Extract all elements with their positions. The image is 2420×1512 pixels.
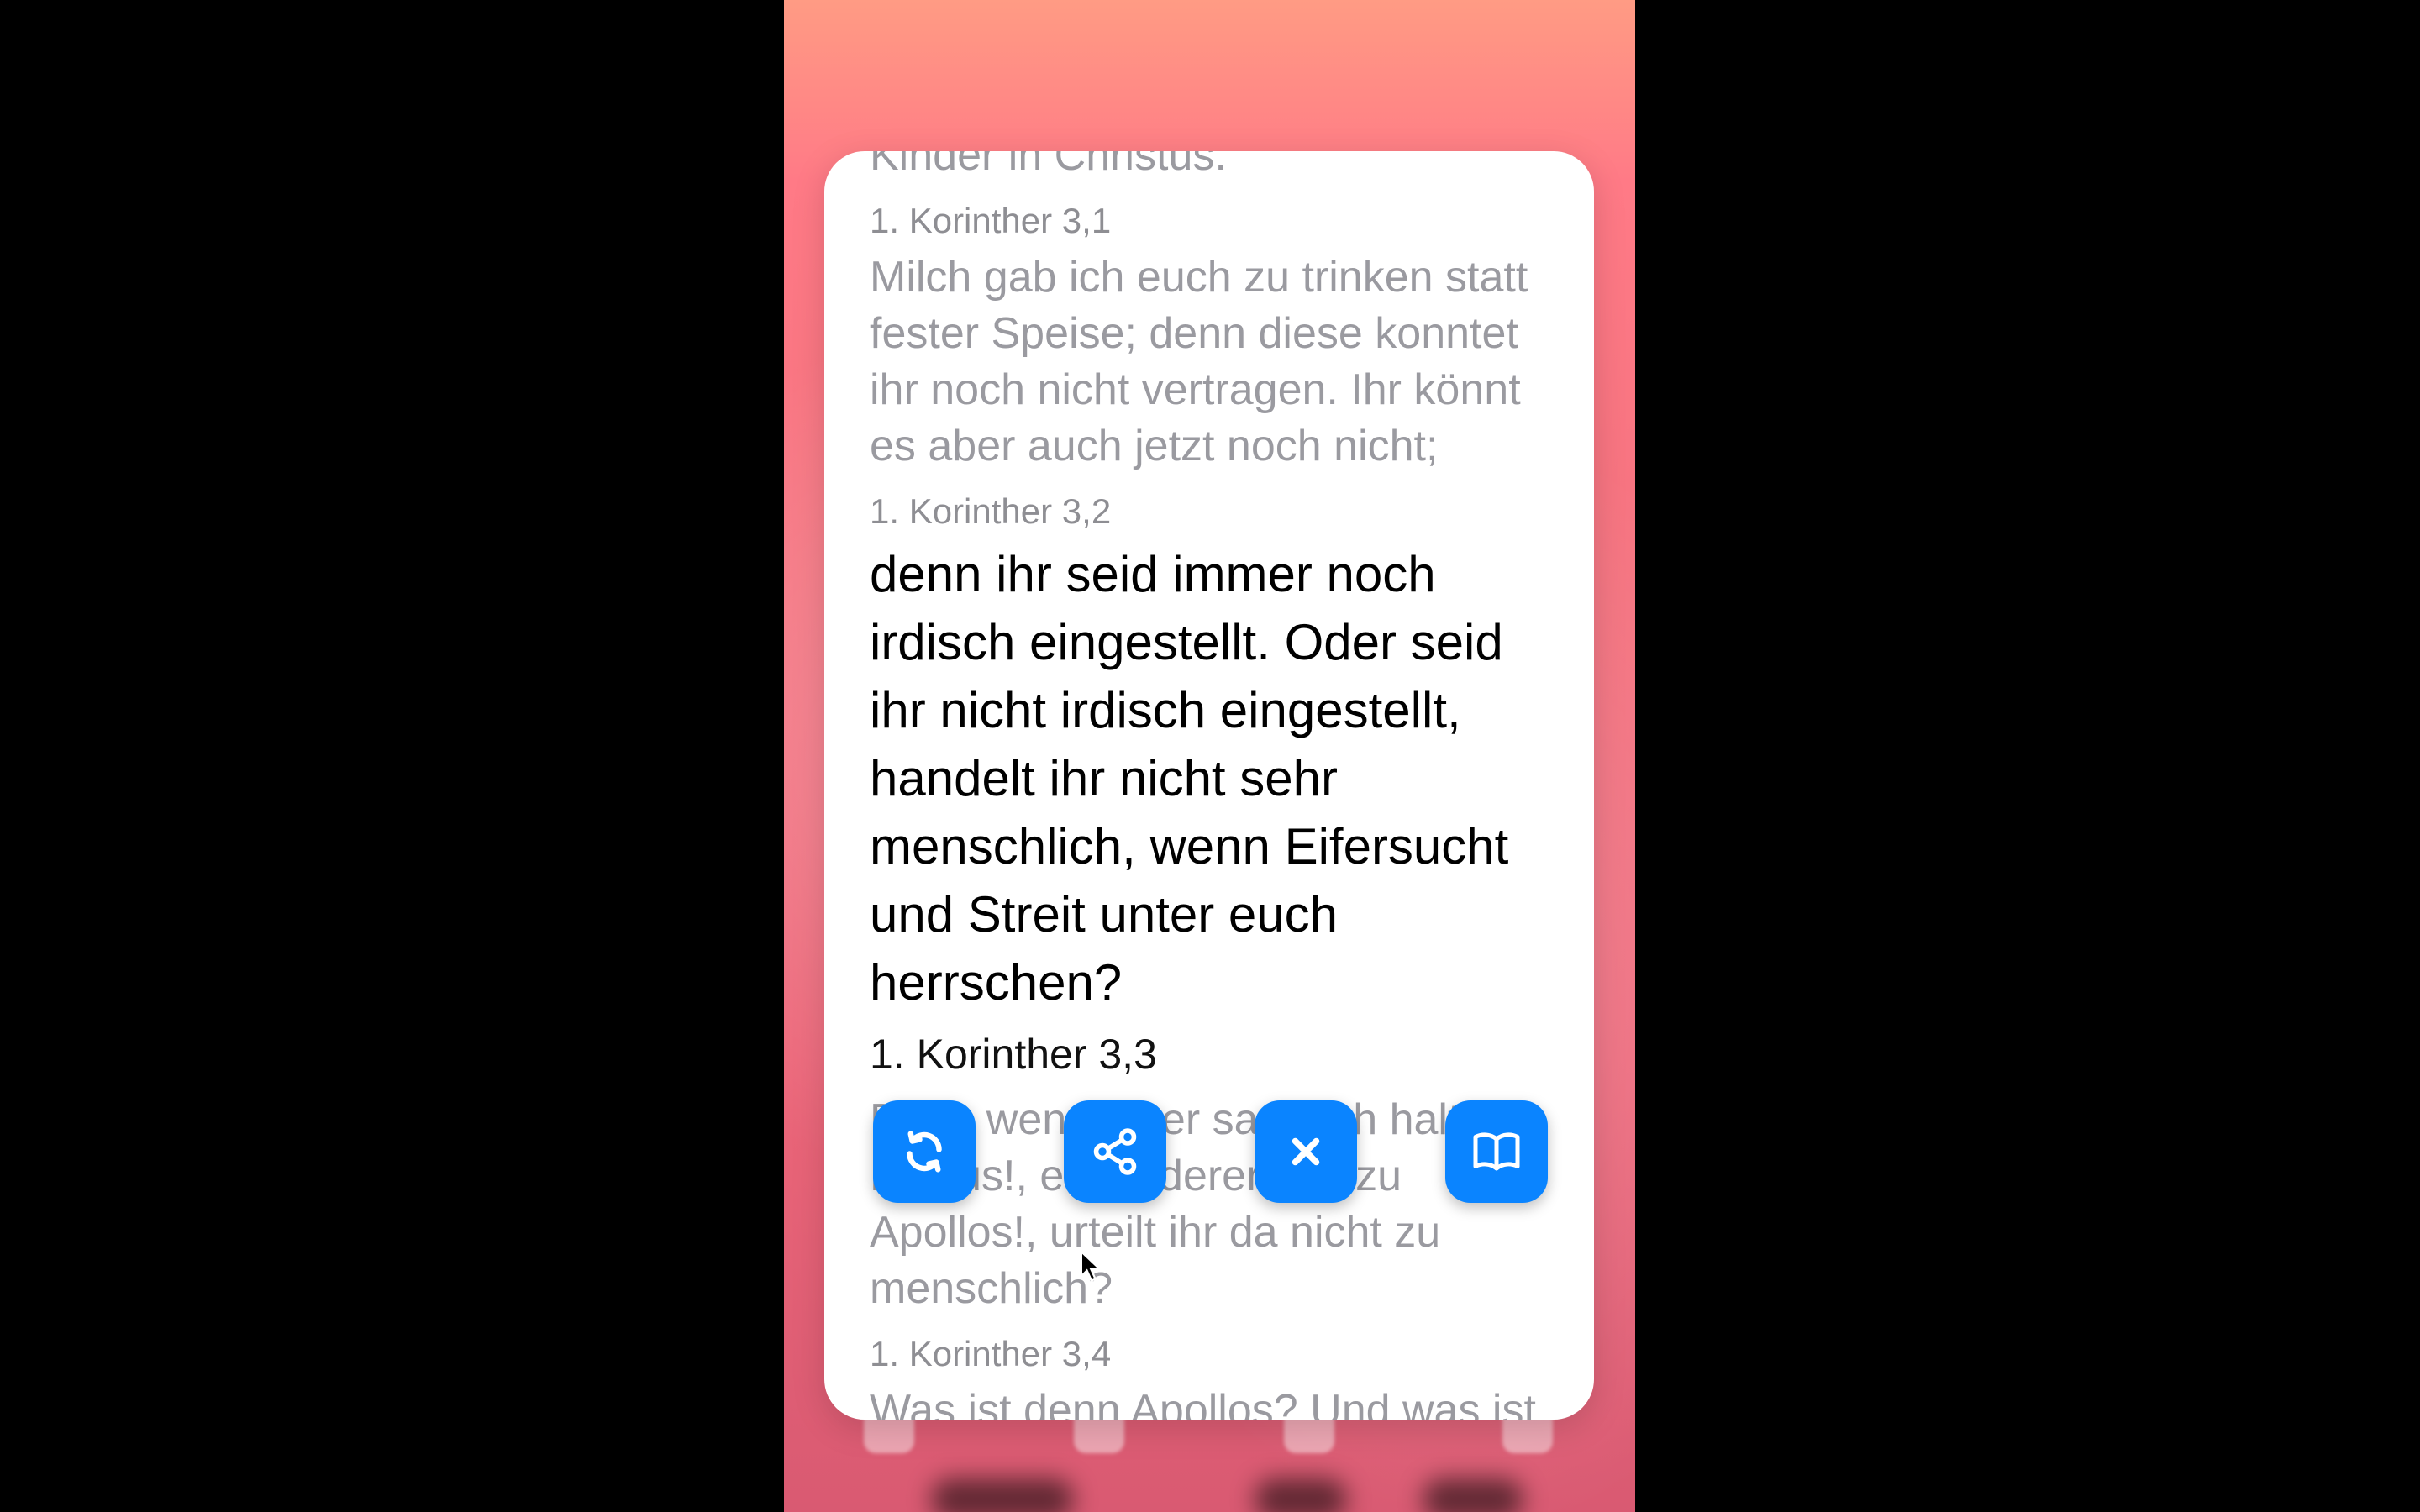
mouse-cursor-icon: [1080, 1250, 1102, 1283]
verse-scroll-list[interactable]: Kinder in Christus. 1. Korinther 3,1 Mil…: [824, 151, 1594, 1420]
verse-reference: 1. Korinther 3,1: [870, 201, 1112, 240]
book-icon: [1473, 1132, 1520, 1171]
refresh-button[interactable]: [873, 1100, 976, 1203]
close-button[interactable]: [1255, 1100, 1357, 1203]
verse-reference: 1. Korinther 3,4: [870, 1334, 1112, 1373]
active-verse-text: denn ihr seid immer noch irdisch eingest…: [870, 546, 1509, 1011]
verse-item: Kinder in Christus. 1. Korinther 3,1: [870, 151, 1549, 243]
open-bible-button[interactable]: [1445, 1100, 1548, 1203]
verse-card: Kinder in Christus. 1. Korinther 3,1 Mil…: [824, 151, 1594, 1420]
verse-item: Was ist denn Apollos? Und was ist Paulus…: [870, 1383, 1549, 1420]
verse-text: Milch gab ich euch zu trinken statt fest…: [870, 253, 1528, 470]
share-icon: [1093, 1128, 1137, 1175]
verse-text: Was ist denn Apollos? Und was ist Paulus…: [870, 1386, 1536, 1420]
app-window: Kinder in Christus. 1. Korinther 3,1 Mil…: [784, 0, 1635, 1512]
refresh-icon: [907, 1131, 942, 1173]
verse-item: Milch gab ich euch zu trinken statt fest…: [870, 249, 1549, 533]
verse-text: Kinder in Christus.: [870, 151, 1227, 180]
verse-reference: 1. Korinther 3,2: [870, 491, 1112, 531]
close-icon: [1292, 1137, 1320, 1166]
verse-item-active: denn ihr seid immer noch irdisch eingest…: [870, 540, 1549, 1080]
active-verse-reference: 1. Korinther 3,3: [870, 1031, 1157, 1078]
share-button[interactable]: [1064, 1100, 1166, 1203]
